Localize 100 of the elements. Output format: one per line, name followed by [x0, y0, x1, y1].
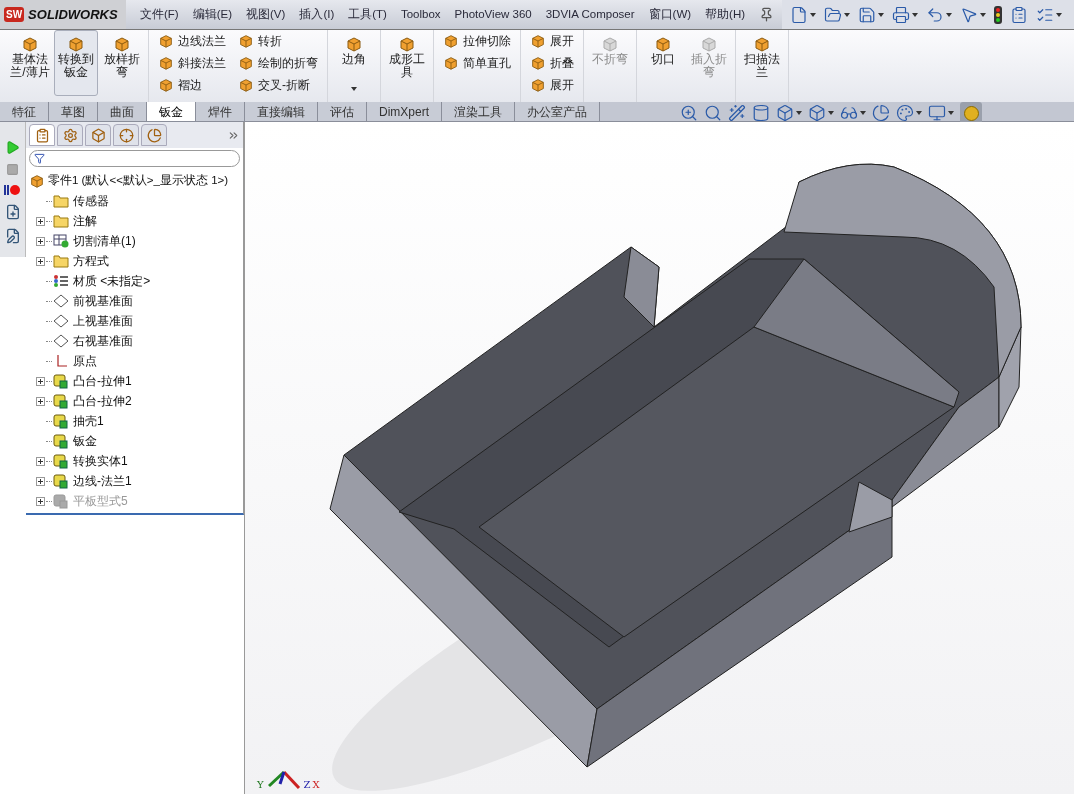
ribbon-command[interactable]: 拉伸切除 [438, 30, 516, 52]
cube-icon[interactable] [776, 104, 794, 122]
ribbon-command[interactable]: 切口 [641, 30, 685, 96]
tree-item[interactable]: 凸台-拉伸1 [73, 372, 132, 390]
expand-icon[interactable] [35, 476, 45, 486]
caret-icon[interactable] [948, 111, 954, 115]
glasses-icon[interactable] [840, 104, 858, 122]
menu-item[interactable]: 3DVIA Composer [545, 5, 635, 24]
tree-item[interactable]: 注解 [73, 212, 97, 230]
clipboard-icon[interactable] [1010, 5, 1029, 24]
undo-icon[interactable] [926, 5, 945, 24]
command-tab[interactable]: 钣金 [147, 102, 196, 121]
expand-icon[interactable] [35, 396, 45, 406]
traffic-light-icon[interactable] [994, 5, 1003, 24]
ribbon-command[interactable]: 转折 [233, 30, 323, 52]
menu-item[interactable]: 插入(I) [299, 5, 335, 24]
pointer-icon[interactable] [960, 5, 979, 24]
tree-item[interactable]: 转换实体1 [73, 452, 128, 470]
cube-icon[interactable] [808, 104, 826, 122]
tree-item[interactable]: 前视基准面 [73, 292, 133, 310]
command-tab[interactable]: 草图 [49, 102, 98, 121]
expand-icon[interactable] [35, 236, 45, 246]
menu-item[interactable]: Toolbox [400, 5, 441, 24]
tree-item[interactable]: 传感器 [73, 192, 109, 210]
ribbon-command[interactable]: 转换到钣金 [54, 30, 98, 96]
tree-item[interactable]: 抽壳1 [73, 412, 104, 430]
palette-icon[interactable] [896, 104, 914, 122]
tree-item[interactable]: 钣金 [73, 432, 97, 450]
save-icon[interactable] [858, 5, 877, 24]
ribbon-command[interactable]: 基体法兰/薄片 [8, 30, 52, 96]
expand-icon[interactable] [35, 216, 45, 226]
tree-item[interactable]: 切割清单(1) [73, 232, 136, 250]
caret-icon[interactable] [796, 111, 802, 115]
caret-icon[interactable] [946, 12, 953, 17]
ribbon-command[interactable]: 斜接法兰 [153, 52, 231, 74]
cylinder-icon[interactable] [752, 104, 770, 122]
ribbon-command[interactable]: 展开 [525, 74, 579, 96]
ribbon-command[interactable]: 边线法兰 [153, 30, 231, 52]
tree-item[interactable]: 边线-法兰1 [73, 472, 132, 490]
caret-icon[interactable] [980, 12, 987, 17]
command-tab[interactable]: 特征 [0, 102, 49, 121]
pin-icon[interactable] [759, 7, 775, 22]
ribbon-command[interactable]: 简单直孔 [438, 52, 516, 74]
caret-icon[interactable] [810, 12, 817, 17]
menu-item[interactable]: 帮助(H) [705, 5, 746, 24]
tree-item[interactable]: 材质 <未指定> [73, 272, 151, 290]
tree-root-label[interactable]: 零件1 (默认<<默认>_显示状态 1>) [48, 172, 229, 190]
menu-item[interactable]: 工具(T) [348, 5, 387, 24]
tree-item[interactable]: 方程式 [73, 252, 109, 270]
command-tab[interactable]: 曲面 [98, 102, 147, 121]
command-tab[interactable]: 焊件 [196, 102, 245, 121]
caret-icon[interactable] [878, 12, 885, 17]
caret-icon[interactable] [916, 111, 922, 115]
command-tab[interactable]: 渲染工具 [442, 102, 515, 121]
ribbon-command[interactable]: 褶边 [153, 74, 231, 96]
monitor-icon[interactable] [928, 104, 946, 122]
ribbon-command[interactable]: 展开 [525, 30, 579, 52]
panel-tab[interactable] [113, 124, 139, 146]
open-folder-icon[interactable] [824, 5, 843, 24]
panel-tab[interactable] [57, 124, 83, 146]
panel-tab[interactable] [85, 124, 111, 146]
command-tab[interactable]: 办公室产品 [515, 102, 600, 121]
caret-icon[interactable] [828, 111, 834, 115]
wand-icon[interactable] [728, 104, 746, 122]
caret-icon[interactable] [1056, 12, 1063, 17]
ribbon-command[interactable]: 绘制的折弯 [233, 52, 323, 74]
caret-icon[interactable] [860, 111, 866, 115]
printer-icon[interactable] [892, 5, 911, 24]
ribbon-command[interactable]: 折叠 [525, 52, 579, 74]
zoom-in-icon[interactable] [680, 104, 698, 122]
filter-field[interactable] [29, 150, 240, 167]
edit-file-icon[interactable] [4, 228, 21, 244]
command-tab[interactable]: DimXpert [367, 102, 442, 121]
ribbon-command[interactable]: 放样折弯 [100, 30, 144, 96]
menu-item[interactable]: PhotoView 360 [454, 5, 532, 24]
tree-item[interactable]: 上视基准面 [73, 312, 133, 330]
zoom-area-icon[interactable] [704, 104, 722, 122]
graphics-viewport[interactable]: Y Z X [244, 122, 1074, 794]
panel-tab[interactable] [29, 124, 55, 146]
pie-icon[interactable] [872, 104, 890, 122]
sphere-button[interactable] [960, 102, 982, 124]
caret-icon[interactable] [912, 12, 919, 17]
menu-item[interactable]: 视图(V) [246, 5, 286, 24]
ribbon-command[interactable]: 交叉-折断 [233, 74, 323, 96]
tree-item[interactable]: 右视基准面 [73, 332, 133, 350]
tree-item[interactable]: 原点 [73, 352, 97, 370]
new-document-icon[interactable] [790, 5, 809, 24]
expand-icon[interactable] [35, 256, 45, 266]
new-file-icon[interactable] [4, 204, 21, 220]
tree-item[interactable]: 凸台-拉伸2 [73, 392, 132, 410]
caret-icon[interactable] [844, 12, 851, 17]
menu-item[interactable]: 窗口(W) [648, 5, 692, 24]
pause-record-icon[interactable] [3, 184, 22, 196]
expand-icon[interactable] [35, 376, 45, 386]
ribbon-command[interactable]: 边角 [332, 30, 376, 96]
menu-item[interactable]: 文件(F) [140, 5, 179, 24]
command-tab[interactable]: 评估 [318, 102, 367, 121]
ribbon-command[interactable]: 成形工具 [385, 30, 429, 96]
caret-icon[interactable] [351, 87, 357, 91]
panel-tab[interactable] [141, 124, 167, 146]
